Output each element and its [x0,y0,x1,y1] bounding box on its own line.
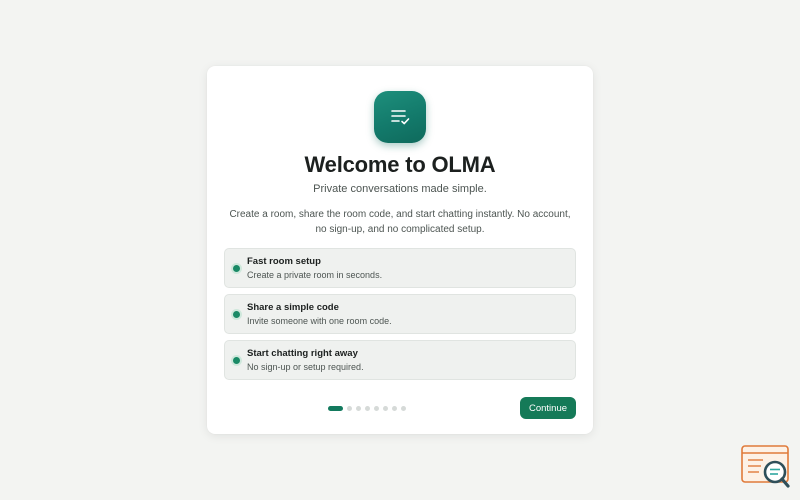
pager-dot[interactable] [347,406,352,411]
feature-description: Create a private room in seconds. [247,270,383,280]
checklist-icon [374,91,426,143]
pager-dot[interactable] [365,406,370,411]
page-title: Welcome to OLMA [304,152,496,177]
feature-description: No sign-up or setup required. [247,362,364,372]
feature-description: Invite someone with one room code. [247,316,392,326]
feature-item-start-chatting: Start chatting right away No sign-up or … [224,340,576,380]
pager-dot[interactable] [392,406,397,411]
pager-dot[interactable] [356,406,361,411]
page-subtitle: Private conversations made simple. [313,183,487,195]
app-background: Welcome to OLMA Private conversations ma… [0,0,800,500]
continue-button[interactable]: Continue [520,397,576,419]
search-document-icon [741,445,791,489]
feature-item-fast-room-setup: Fast room setup Create a private room in… [224,248,576,288]
bullet-dot-icon [233,357,240,364]
feature-item-share-code: Share a simple code Invite someone with … [224,294,576,334]
bullet-dot-icon [233,265,240,272]
step-pager [328,406,406,411]
pager-dot-active[interactable] [328,406,343,411]
checklist-glyph [391,110,410,125]
feature-title: Start chatting right away [247,348,358,359]
intro-description: Create a room, share the room code, and … [229,209,571,235]
pager-dot[interactable] [374,406,379,411]
pager-dot[interactable] [383,406,388,411]
pager-dot[interactable] [401,406,406,411]
onboarding-card: Welcome to OLMA Private conversations ma… [207,66,593,434]
feature-list: Fast room setup Create a private room in… [224,248,576,386]
bullet-dot-icon [233,311,240,318]
feature-title: Fast room setup [247,256,321,267]
feature-title: Share a simple code [247,302,339,313]
